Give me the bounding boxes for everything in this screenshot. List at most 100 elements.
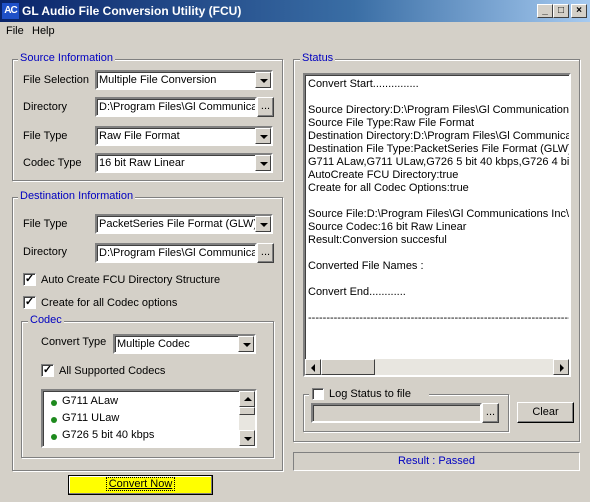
log-file-path-field[interactable] (311, 403, 482, 423)
source-file-type-label: File Type (23, 130, 68, 142)
codec-type-combo[interactable]: 16 bit Raw Linear (95, 153, 273, 173)
create-all-codec-label: Create for all Codec options (41, 297, 178, 309)
maximize-button[interactable]: □ (553, 4, 569, 18)
scroll-down-button[interactable] (239, 430, 255, 446)
convert-type-combo[interactable]: Multiple Codec (113, 334, 256, 354)
convert-type-label: Convert Type (41, 336, 107, 348)
status-line (308, 91, 569, 104)
close-button[interactable]: × (571, 4, 587, 18)
minimize-button[interactable]: _ (537, 4, 553, 18)
all-supported-codecs-label: All Supported Codecs (59, 365, 166, 377)
convert-type-value: Multiple Codec (117, 338, 190, 350)
bullet-icon (51, 417, 57, 423)
status-log-content: Convert Start............... Source Dire… (308, 78, 570, 357)
status-line: Source Codec:16 bit Raw Linear (308, 221, 467, 233)
destination-file-type-combo[interactable]: PacketSeries File Format (GLW) (95, 214, 273, 234)
chevron-down-icon (243, 343, 251, 347)
list-item[interactable]: G711 ULaw (62, 412, 119, 424)
destination-file-type-value: PacketSeries File Format (GLW) (99, 218, 258, 230)
convert-now-label: Convert Now (105, 477, 176, 491)
dropdown-button[interactable] (255, 155, 271, 171)
chevron-left-icon (311, 364, 315, 372)
source-directory-field[interactable]: D:\Program Files\Gl Communications Inc\F… (95, 97, 257, 117)
dropdown-button[interactable] (255, 128, 271, 144)
app-icon: AC (2, 3, 19, 19)
auto-create-label: Auto Create FCU Directory Structure (41, 274, 221, 286)
status-line: Converted File Names : (308, 260, 424, 272)
status-line: ----------------------------------------… (308, 312, 570, 324)
title-bar: AC GL Audio File Conversion Utility (FCU… (0, 0, 590, 22)
result-status-bar: Result : Passed (293, 452, 580, 471)
scroll-left-button[interactable] (305, 359, 321, 375)
log-browse-button[interactable]: ... (482, 403, 499, 423)
menu-file[interactable]: File (6, 25, 24, 37)
status-line: Result:Conversion succesful (308, 234, 447, 246)
auto-create-checkbox[interactable]: ✓ (23, 273, 36, 286)
create-all-codec-checkbox[interactable]: ✓ (23, 296, 36, 309)
status-line (308, 299, 569, 312)
bullet-icon (51, 400, 57, 406)
chevron-down-icon (260, 223, 268, 227)
clear-button[interactable]: Clear (517, 402, 574, 423)
destination-directory-field[interactable]: D:\Program Files\Gl Communications Inc\F… (95, 243, 257, 263)
chevron-down-icon (244, 437, 252, 441)
menu-bar: File Help (0, 22, 590, 41)
all-supported-codecs-checkbox[interactable]: ✓ (41, 364, 54, 377)
log-status-checkbox[interactable] (312, 388, 324, 400)
status-line (308, 247, 569, 260)
codec-title: Codec (28, 314, 64, 326)
status-line: Convert End............ (308, 286, 406, 298)
chevron-right-icon (560, 364, 564, 372)
destination-information-title: Destination Information (18, 190, 136, 202)
status-line (308, 195, 569, 208)
chevron-down-icon (260, 162, 268, 166)
status-line: G711 ALaw,G711 ULaw,G726 5 bit 40 kbps,G… (308, 156, 570, 168)
source-file-type-combo[interactable]: Raw File Format (95, 126, 273, 146)
file-selection-combo[interactable]: Multiple File Conversion (95, 70, 273, 90)
file-selection-value: Multiple File Conversion (99, 74, 217, 86)
chevron-up-icon (244, 397, 252, 401)
status-line: Destination File Type:PacketSeries File … (308, 143, 570, 155)
log-status-label: Log Status to file (329, 388, 411, 400)
scroll-thumb[interactable] (239, 407, 255, 415)
scroll-right-button[interactable] (553, 359, 569, 375)
status-line: Source File Type:Raw File Format (308, 117, 475, 129)
status-line: Create for all Codec Options:true (308, 182, 469, 194)
scroll-up-button[interactable] (239, 391, 255, 407)
destination-directory-value: D:\Program Files\Gl Communications Inc\F… (99, 247, 257, 259)
source-file-type-value: Raw File Format (99, 130, 180, 142)
status-line: Source File:D:\Program Files\Gl Communic… (308, 208, 570, 220)
codec-type-value: 16 bit Raw Linear (99, 157, 185, 169)
source-browse-button[interactable]: ... (257, 97, 274, 117)
source-information-title: Source Information (18, 52, 115, 64)
dropdown-button[interactable] (255, 72, 271, 88)
bullet-icon (51, 434, 57, 440)
source-directory-label: Directory (23, 101, 68, 113)
chevron-down-icon (260, 135, 268, 139)
status-line: Destination Directory:D:\Program Files\G… (308, 130, 569, 142)
codec-type-label: Codec Type (23, 157, 82, 169)
codec-list[interactable]: G711 ALaw G711 ULaw G726 5 bit 40 kbps (41, 389, 257, 448)
window-title: GL Audio File Conversion Utility (FCU) (22, 4, 242, 18)
status-line: Convert Start............... (308, 78, 419, 90)
status-line: AutoCreate FCU Directory:true (308, 169, 459, 181)
destination-directory-label: Directory (23, 246, 68, 258)
chevron-down-icon (260, 79, 268, 83)
status-title: Status (300, 52, 336, 64)
file-selection-label: File Selection (23, 74, 90, 86)
list-item[interactable]: G726 5 bit 40 kbps (62, 429, 154, 441)
codec-list-scrollbar[interactable] (239, 391, 255, 446)
source-directory-value: D:\Program Files\Gl Communications Inc\F… (99, 101, 257, 113)
scroll-thumb[interactable] (321, 359, 375, 375)
status-line (308, 273, 569, 286)
dropdown-button[interactable] (255, 216, 271, 232)
log-status-header: Log Status to file (309, 387, 429, 401)
status-hscrollbar[interactable] (305, 359, 569, 375)
status-log[interactable]: Convert Start............... Source Dire… (303, 73, 571, 377)
menu-help[interactable]: Help (32, 25, 55, 37)
dropdown-button[interactable] (238, 336, 254, 352)
destination-browse-button[interactable]: ... (257, 243, 274, 263)
status-line: Source Directory:D:\Program Files\Gl Com… (308, 104, 570, 116)
convert-now-button[interactable]: Convert Now (68, 475, 213, 495)
list-item[interactable]: G711 ALaw (62, 395, 118, 407)
